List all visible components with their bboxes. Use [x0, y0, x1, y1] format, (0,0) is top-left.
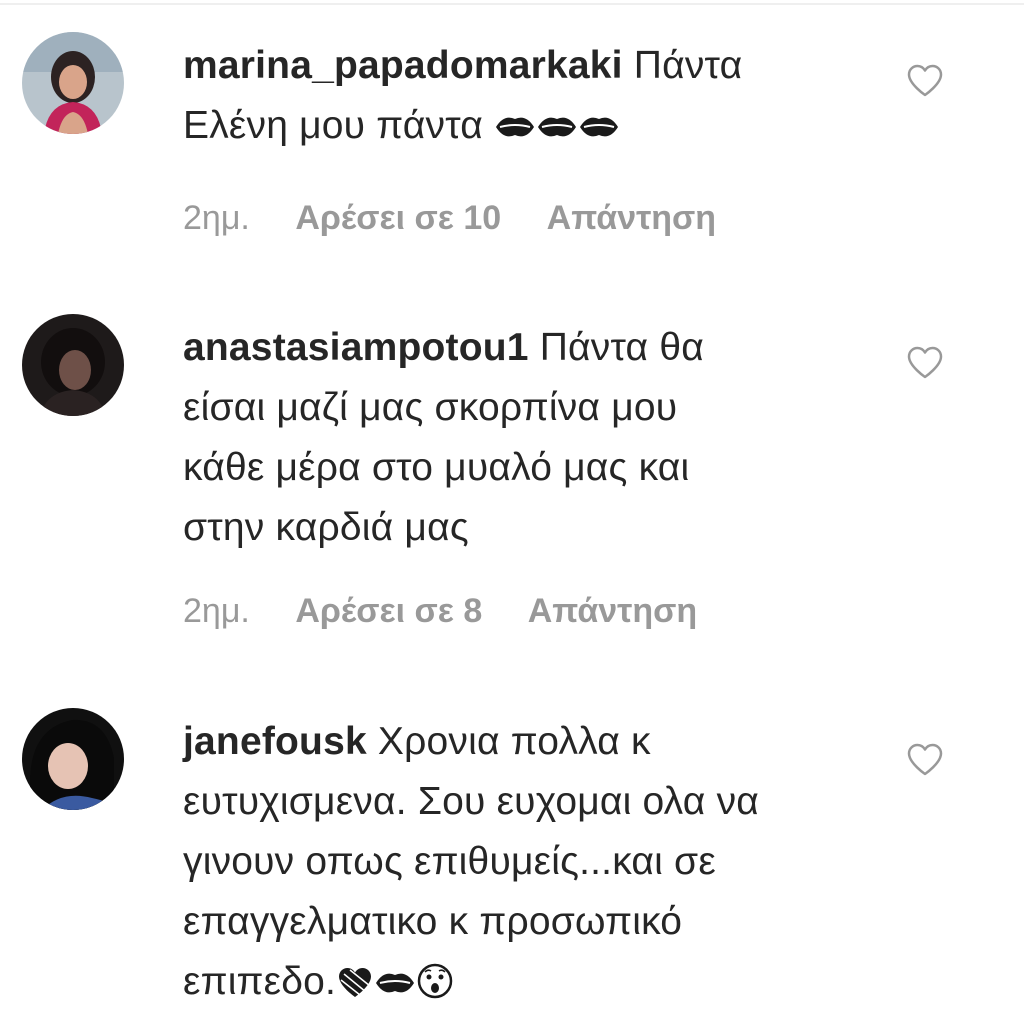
comment-text: ευτυχισμενα. Σου ευχομαι ολα να	[183, 780, 760, 823]
comment-body: marina_papadomarkaki Πάντα Ελένη μου πάν…	[183, 36, 863, 162]
comment-username[interactable]: marina_papadomarkaki	[183, 44, 623, 87]
kiss-mark-emoji	[374, 958, 416, 1018]
avatar[interactable]	[22, 708, 124, 810]
comment-meta: 2ημ. Αρέσει σε 8 Απάντηση	[183, 591, 733, 631]
comment-text: στην καρδιά μας	[183, 506, 469, 549]
comment-username[interactable]: janefousk	[183, 720, 367, 763]
comment-text: επαγγελματικο κ προσωπικό	[183, 900, 683, 943]
comment-text: Πάντα θα	[539, 326, 704, 369]
avatar[interactable]	[22, 32, 124, 134]
heart-outline-icon[interactable]	[906, 743, 944, 777]
comment-body: anastasiampotou1 Πάντα θα είσαι μαζί μας…	[183, 318, 863, 558]
comment-meta: 2ημ. Αρέσει σε 10 Απάντηση	[183, 198, 752, 238]
comment-text: Ελένη μου πάντα	[183, 104, 484, 147]
comment-text: κάθε μέρα στο μυαλό μας και	[183, 446, 690, 489]
avatar[interactable]	[22, 314, 124, 416]
top-divider	[0, 0, 1024, 5]
heart-outline-icon[interactable]	[906, 346, 944, 380]
comment-body: janefousk Χρονια πολλα κ ευτυχισμενα. Σο…	[183, 712, 863, 1018]
comment-text: Χρονια πολλα κ	[377, 720, 651, 763]
comment-likes-link[interactable]: Αρέσει σε 10	[295, 199, 501, 237]
black-heart-emoji	[336, 958, 374, 1018]
comment-likes-link[interactable]: Αρέσει σε 8	[295, 592, 482, 630]
astonished-face-emoji	[416, 958, 454, 1018]
comment-timestamp: 2ημ.	[183, 199, 250, 237]
comment-text: είσαι μαζί μας σκορπίνα μου	[183, 386, 678, 429]
comment-timestamp: 2ημ.	[183, 592, 250, 630]
comment-text: Πάντα	[633, 44, 743, 87]
comment-reply-button[interactable]: Απάντηση	[547, 199, 716, 237]
comment-reply-button[interactable]: Απάντηση	[528, 592, 697, 630]
comment-text: επιπεδο.	[183, 960, 337, 1003]
heart-outline-icon[interactable]	[906, 64, 944, 98]
comment-text: γινουν οπως επιθυμείς...και σε	[183, 840, 716, 883]
kiss-mark-emoji	[494, 102, 620, 162]
comment-username[interactable]: anastasiampotou1	[183, 326, 529, 369]
